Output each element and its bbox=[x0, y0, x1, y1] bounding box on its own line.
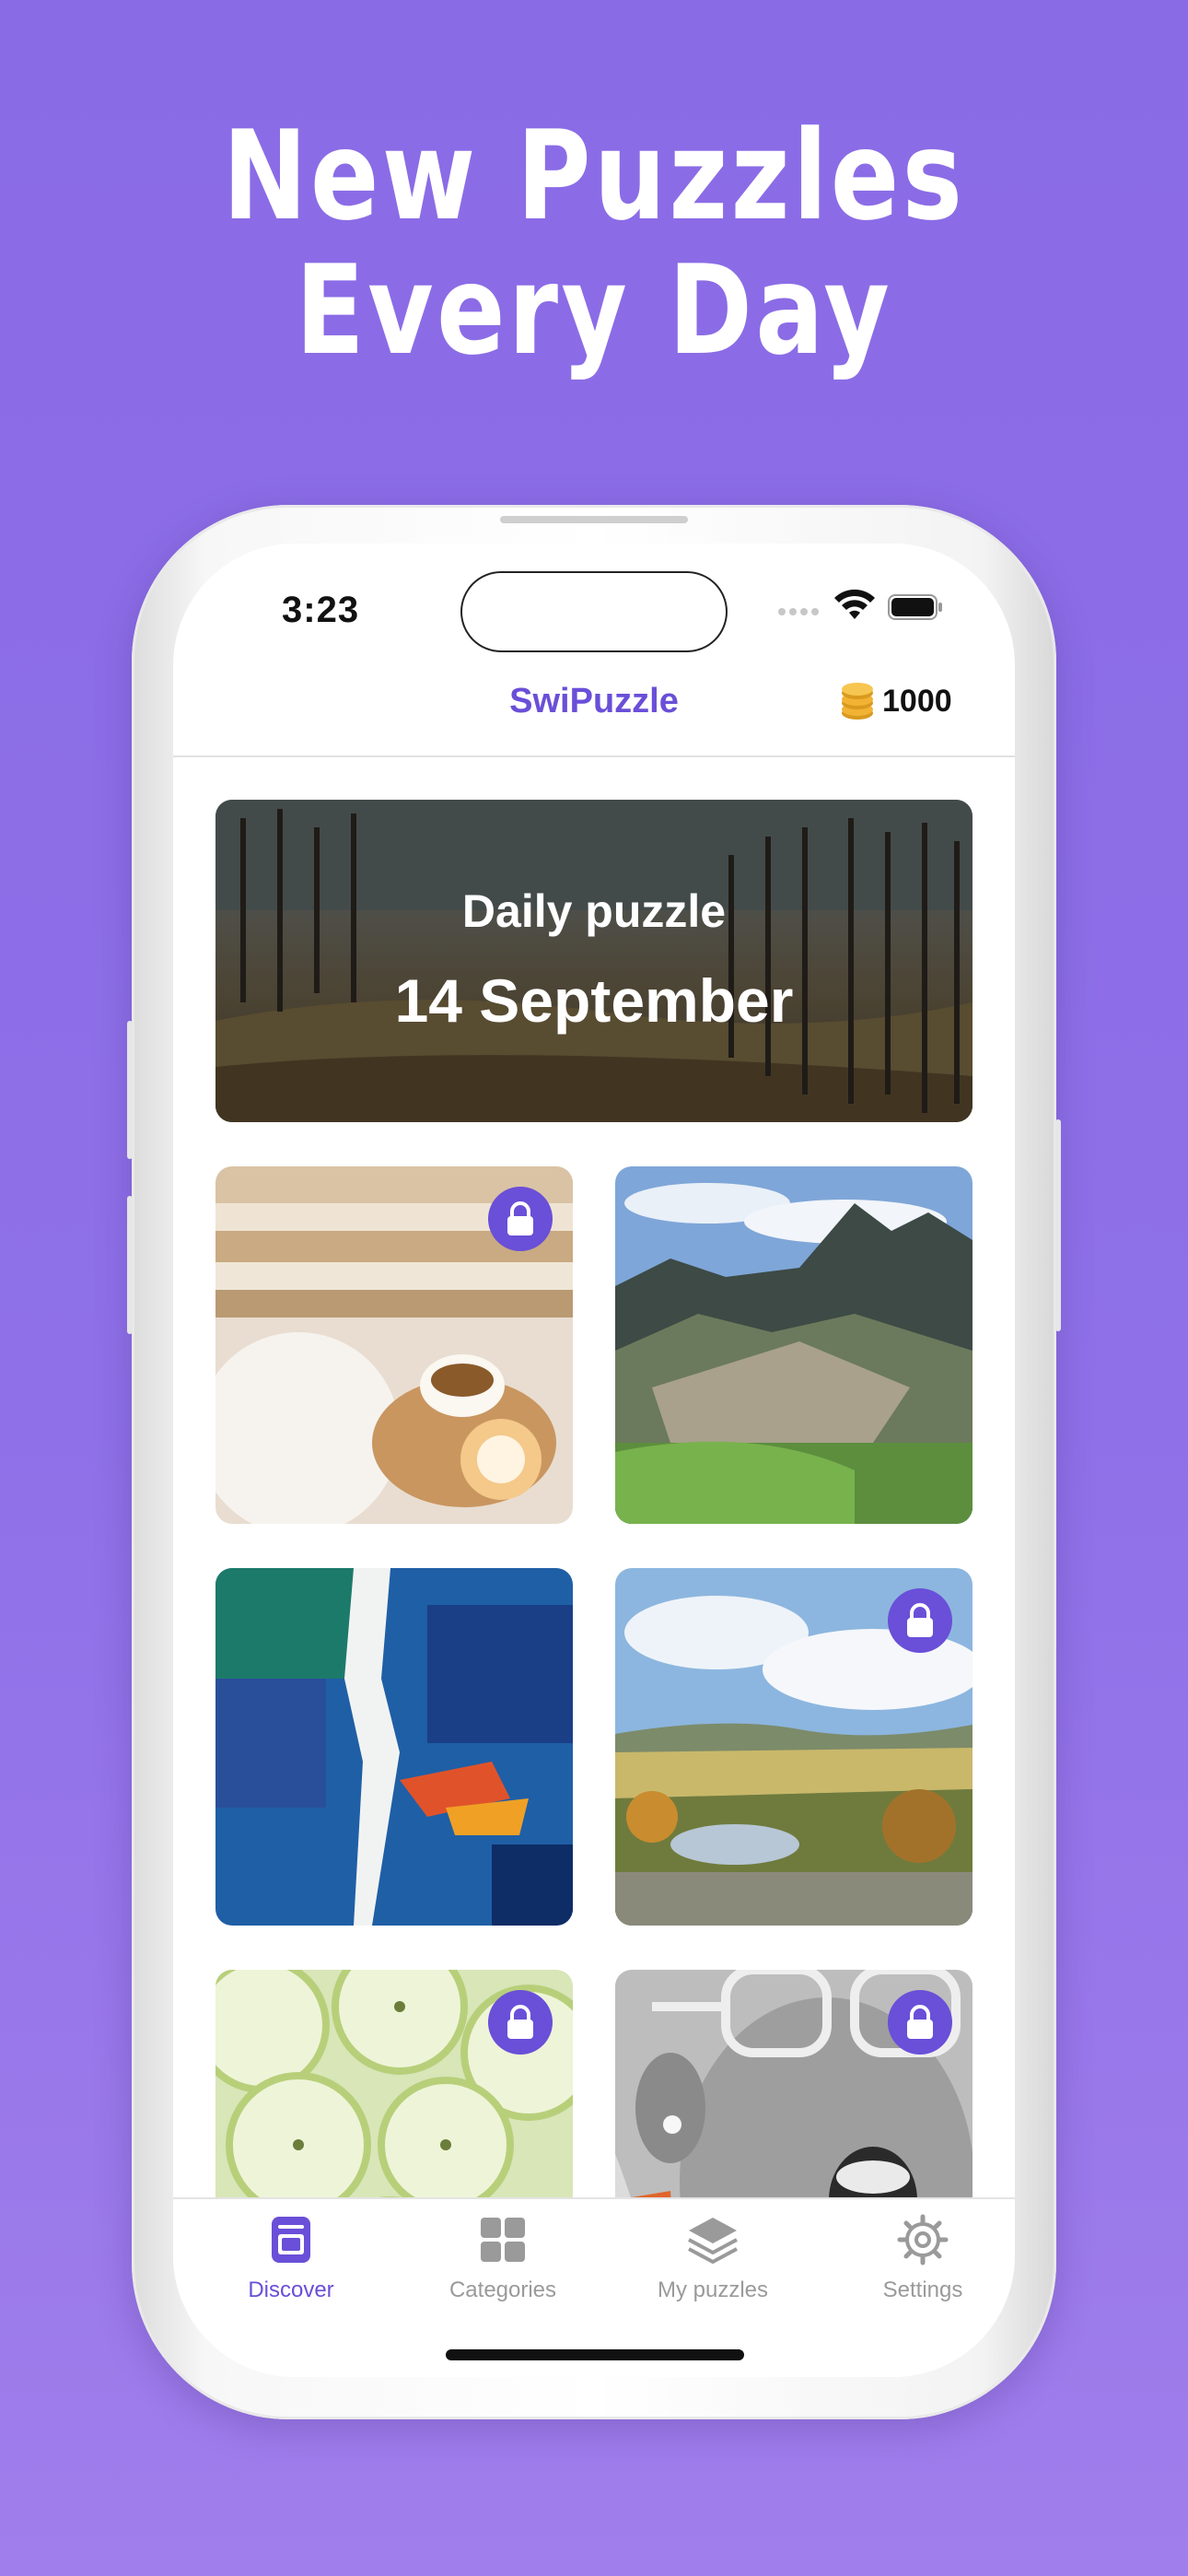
signal-icon bbox=[778, 608, 822, 617]
puzzle-tile-blue-paint[interactable] bbox=[215, 1568, 573, 1926]
tab-categories[interactable]: Categories bbox=[411, 2214, 595, 2303]
phone-side-button bbox=[1055, 1119, 1061, 1331]
lock-icon bbox=[888, 1990, 952, 2055]
puzzle-image bbox=[615, 1166, 973, 1524]
tab-settings[interactable]: Settings bbox=[831, 2214, 1015, 2303]
grid-icon bbox=[481, 2218, 525, 2262]
status-time: 3:23 bbox=[282, 590, 360, 630]
banner-date: 14 September bbox=[394, 966, 794, 1035]
tab-label-my-puzzles: My puzzles bbox=[657, 2277, 769, 2302]
home-indicator[interactable] bbox=[446, 2349, 744, 2360]
wifi-icon bbox=[834, 589, 875, 619]
puzzle-image bbox=[215, 1568, 573, 1926]
layers-icon bbox=[688, 2218, 738, 2264]
tab-my-puzzles[interactable]: My puzzles bbox=[621, 2214, 805, 2303]
banner-title: Daily puzzle bbox=[461, 885, 727, 937]
phone-side-button bbox=[127, 1196, 133, 1334]
coins-icon[interactable] bbox=[834, 678, 880, 724]
tab-label-categories: Categories bbox=[448, 2277, 557, 2302]
lock-icon bbox=[488, 1990, 553, 2055]
phone-side-button bbox=[127, 1021, 133, 1159]
headline-line-1: New Puzzles bbox=[222, 104, 966, 248]
phone-top-speaker bbox=[500, 516, 688, 523]
tab-discover[interactable]: Discover bbox=[199, 2214, 383, 2303]
lock-icon bbox=[488, 1187, 553, 1251]
battery-icon bbox=[888, 594, 942, 620]
headline-line-2: Every Day bbox=[295, 239, 893, 382]
phone-screen: 3:23 SwiPuzzle 1000 Daily puzzle 14 Sept… bbox=[173, 544, 1015, 2377]
nav-divider bbox=[173, 755, 1015, 757]
puzzle-tile-machu-picchu[interactable] bbox=[615, 1166, 973, 1524]
tab-label-discover: Discover bbox=[248, 2277, 334, 2302]
lock-icon bbox=[888, 1588, 952, 1653]
gear-icon bbox=[897, 2214, 949, 2266]
puzzle-tile-books-tea[interactable] bbox=[215, 1166, 573, 1524]
headline: New Puzzles Every Day bbox=[107, 109, 1081, 378]
tab-label-settings: Settings bbox=[882, 2277, 963, 2302]
daily-puzzle-banner[interactable]: Daily puzzle 14 September bbox=[215, 800, 973, 1122]
banner-overlay bbox=[215, 800, 973, 1122]
discover-icon bbox=[272, 2217, 310, 2263]
dynamic-island bbox=[460, 571, 728, 652]
puzzle-tile-valley-landscape[interactable] bbox=[615, 1568, 973, 1926]
coin-count: 1000 bbox=[882, 684, 952, 719]
